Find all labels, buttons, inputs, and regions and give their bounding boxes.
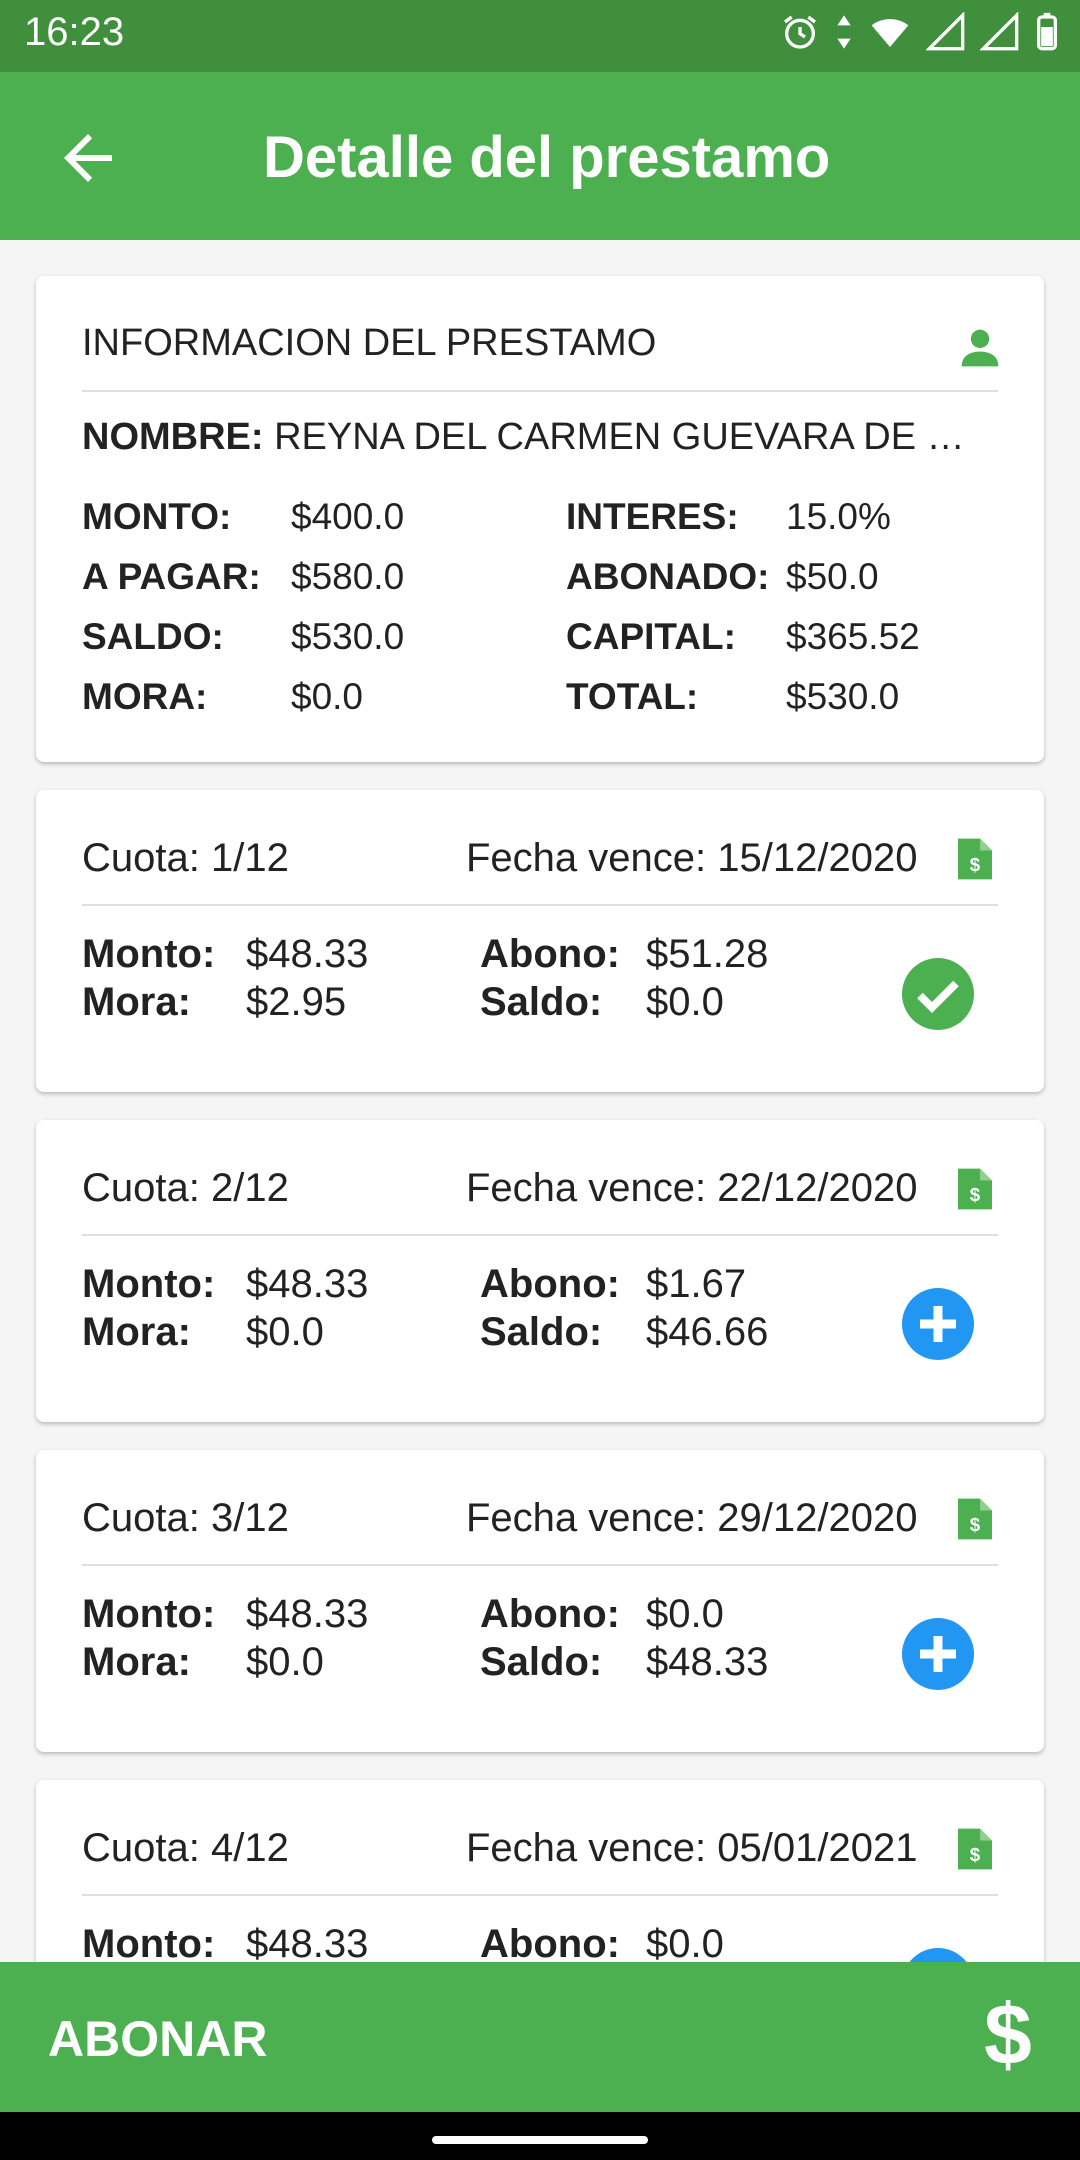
due-date: Fecha vence: 22/12/2020 [466,1166,918,1210]
mora-label: Mora: [82,980,191,1024]
saldo-value: $530.0 [291,616,405,657]
page-title: Detalle del prestamo [263,125,831,190]
saldo-value: $0.0 [646,980,724,1024]
saldo-label: SALDO: [82,616,224,657]
abono-label: Abono: [480,1262,620,1306]
svg-text:$: $ [970,1844,981,1865]
a-pagar-label: A PAGAR: [82,556,261,597]
monto-value: $48.33 [246,1262,369,1306]
mora-value: $0.0 [246,1310,324,1354]
mora-value: $2.95 [246,980,347,1024]
cuota-number: Cuota: 2/12 [82,1166,289,1210]
abonado-value: $50.0 [786,556,879,597]
saldo-label: Saldo: [480,980,603,1024]
borrower-name-row: NOMBRE: REYNA DEL CARMEN GUEVARA DE … [82,416,965,459]
dollar-icon: $ [984,1987,1032,2083]
capital-value: $365.52 [786,616,920,657]
receipt-icon[interactable]: $ [958,1168,992,1210]
monto-label: Monto: [82,1922,216,1966]
cuota-card-1[interactable]: Cuota: 1/12 Fecha vence: 15/12/2020 $ Mo… [36,790,1044,1092]
status-time: 16:23 [24,10,125,54]
abono-label: Abono: [480,1922,620,1966]
divider [82,1564,998,1566]
interes-value: 15.0% [786,496,891,537]
divider [82,1234,998,1236]
name-label: NOMBRE: [82,416,264,458]
back-button[interactable] [52,122,124,194]
due-date: Fecha vence: 29/12/2020 [466,1496,918,1540]
svg-text:$: $ [970,1514,981,1535]
add-circle-icon[interactable] [902,1618,974,1690]
name-value: REYNA DEL CARMEN GUEVARA DE … [274,416,965,458]
back-arrow-icon [64,134,112,182]
signal-icon [926,12,965,51]
receipt-icon[interactable]: $ [958,838,992,880]
divider [82,1894,998,1896]
monto-label: Monto: [82,1262,216,1306]
interes-label: INTERES: [566,496,739,537]
app-bar: Detalle del prestamo [0,72,1080,240]
check-circle-icon[interactable] [902,958,974,1030]
receipt-icon[interactable]: $ [958,1498,992,1540]
cuota-card-3[interactable]: Cuota: 3/12 Fecha vence: 29/12/2020 $ Mo… [36,1450,1044,1752]
mora-value: $0.0 [246,1640,324,1684]
add-circle-icon[interactable] [902,1288,974,1360]
monto-value: $400.0 [291,496,405,537]
person-icon [961,329,999,367]
total-label: TOTAL: [566,676,699,717]
loan-info-card: INFORMACION DEL PRESTAMO NOMBRE: REYNA D… [36,276,1044,762]
abono-value: $0.0 [646,1592,724,1636]
due-date: Fecha vence: 15/12/2020 [466,836,918,880]
abono-label: Abono: [480,1592,620,1636]
abono-label: Abono: [480,932,620,976]
status-icons [780,12,1060,52]
saldo-label: Saldo: [480,1310,603,1354]
svg-text:$: $ [970,1184,981,1205]
cuota-number: Cuota: 3/12 [82,1496,289,1540]
monto-label: MONTO: [82,496,232,537]
saldo-value: $48.33 [646,1640,769,1684]
monto-value: $48.33 [246,932,369,976]
wifi-icon [871,19,909,47]
mora-label: MORA: [82,676,208,717]
cuota-card-2[interactable]: Cuota: 2/12 Fecha vence: 22/12/2020 $ Mo… [36,1120,1044,1422]
capital-label: CAPITAL: [566,616,736,657]
monto-value: $48.33 [246,1922,369,1966]
abono-value: $0.0 [646,1922,724,1966]
monto-label: Monto: [82,932,216,976]
home-gesture-handle[interactable] [432,2136,648,2144]
status-bar: 16:23 [0,0,1080,72]
svg-text:$: $ [970,854,981,875]
total-value: $530.0 [786,676,900,717]
saldo-label: Saldo: [480,1640,603,1684]
abonar-label: ABONAR [48,2011,268,2067]
abonado-label: ABONADO: [566,556,770,597]
divider [82,904,998,906]
data-arrows-icon [837,15,851,49]
due-date: Fecha vence: 05/01/2021 [466,1826,918,1870]
monto-value: $48.33 [246,1592,369,1636]
cuota-number: Cuota: 1/12 [82,836,289,880]
receipt-icon[interactable]: $ [958,1828,992,1870]
cuota-number: Cuota: 4/12 [82,1826,289,1870]
loan-info-title: INFORMACION DEL PRESTAMO [82,322,657,364]
abono-value: $51.28 [646,932,769,976]
mora-value: $0.0 [291,676,364,717]
a-pagar-value: $580.0 [291,556,405,597]
saldo-value: $46.66 [646,1310,769,1354]
alarm-icon [784,15,816,49]
signal-icon-2 [980,12,1019,51]
monto-label: Monto: [82,1592,216,1636]
battery-icon [1037,12,1057,51]
divider [82,390,998,392]
abonar-button[interactable]: ABONAR $ [0,1962,1080,2112]
mora-label: Mora: [82,1640,191,1684]
mora-label: Mora: [82,1310,191,1354]
abono-value: $1.67 [646,1262,747,1306]
